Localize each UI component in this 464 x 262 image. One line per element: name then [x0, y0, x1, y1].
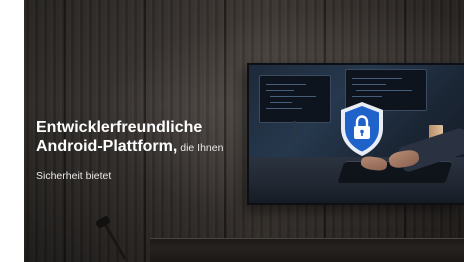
promo-headline: Entwicklerfreundliche Android-Plattform,… [36, 118, 276, 158]
wall-ledge [150, 238, 464, 262]
monitor-stand [293, 121, 296, 143]
headline-line-2-strong: Android-Plattform, [36, 138, 178, 155]
headline-line-1: Entwicklerfreundliche [36, 119, 203, 136]
headline-line-2-suffix: die Ihnen [177, 142, 224, 154]
background-monitor [259, 75, 331, 123]
promo-subtitle: Sicherheit bietet [36, 170, 112, 182]
wall-display [247, 63, 464, 205]
display-screen-image [249, 65, 464, 203]
promo-banner: Entwicklerfreundliche Android-Plattform,… [0, 0, 464, 262]
headline-line-2: Android-Plattform, die Ihnen [36, 137, 276, 158]
shield-lock-icon [337, 100, 387, 158]
